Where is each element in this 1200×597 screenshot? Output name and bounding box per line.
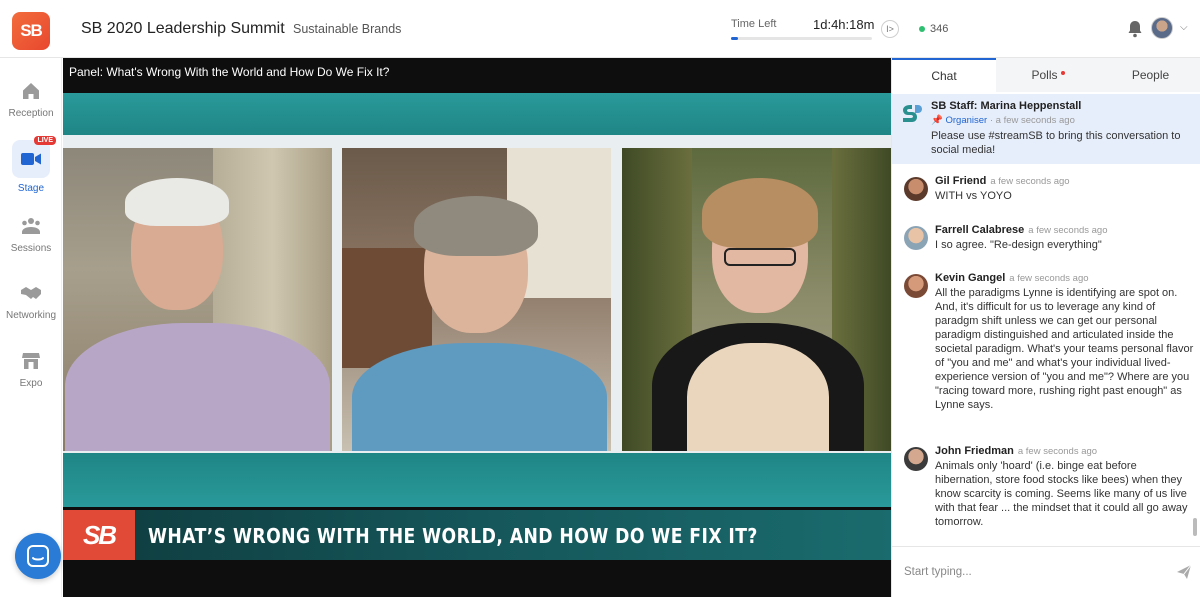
eyeglasses — [724, 248, 796, 266]
chat-scrollbar[interactable] — [1193, 518, 1197, 536]
user-avatar[interactable] — [1151, 17, 1173, 39]
store-icon — [22, 353, 40, 369]
speaker-hair — [125, 178, 229, 226]
panel-tabs: Chat Polls People — [892, 58, 1200, 92]
session-title: Panel: What's Wrong With the World and H… — [69, 65, 390, 79]
time-left-value: 1d:4h:18m — [813, 17, 875, 32]
brand-logo[interactable]: SB — [12, 12, 50, 50]
message-author[interactable]: Gil Friend a few seconds ago — [935, 175, 1070, 187]
send-icon[interactable] — [1176, 564, 1192, 580]
sidebar-item-label: Stage — [17, 183, 45, 194]
video-camera-icon — [21, 153, 41, 165]
speaker-hair — [414, 196, 538, 256]
speaker-tile-2 — [342, 148, 611, 451]
left-sidebar: Reception LIVE Stage Sessions Networking — [0, 58, 62, 597]
event-title: SB 2020 Leadership Summit — [81, 20, 285, 37]
message-text: Please use #streamSB to bring this conve… — [931, 130, 1181, 156]
message-time: · a few seconds ago — [989, 115, 1075, 126]
support-chat-button[interactable] — [15, 533, 61, 579]
video-top-band — [63, 93, 891, 135]
stage-video[interactable]: Panel: What's Wrong With the World and H… — [63, 58, 891, 597]
sidebar-item-sessions[interactable]: Sessions — [0, 215, 62, 254]
chat-input[interactable] — [904, 561, 1164, 583]
organizer-name[interactable]: Sustainable Brands — [293, 22, 401, 36]
lower-third-banner: SB WHAT’S WRONG WITH THE WORLD, AND HOW … — [63, 510, 891, 560]
message-text: Animals only 'hoard' (i.e. binge eat bef… — [935, 460, 1188, 528]
organiser-logo-icon — [903, 105, 922, 122]
sidebar-item-networking[interactable]: Networking — [0, 282, 62, 321]
message-author[interactable]: SB Staff: Marina Heppenstall — [931, 100, 1081, 112]
chat-bubble-icon — [27, 545, 49, 567]
top-bar: SB SB 2020 Leadership Summit Sustainable… — [0, 0, 1200, 58]
bell-icon[interactable] — [1127, 20, 1143, 38]
sidebar-item-label: Reception — [8, 108, 54, 119]
online-indicator-icon — [919, 26, 925, 32]
message-author[interactable]: Farrell Calabrese a few seconds ago — [935, 224, 1108, 236]
message-time: a few seconds ago — [1009, 273, 1089, 284]
author-role: Organiser — [945, 115, 988, 126]
collapse-panel-button[interactable]: I> — [881, 20, 899, 38]
tab-people[interactable]: People — [1100, 58, 1200, 92]
pin-icon: 📌 — [931, 115, 943, 126]
message-time: a few seconds ago — [990, 176, 1070, 187]
video-bottom-band — [63, 453, 891, 507]
sidebar-item-reception[interactable]: Reception — [0, 80, 62, 119]
group-icon — [22, 218, 40, 234]
sidebar-item-label: Networking — [5, 310, 57, 321]
handshake-icon — [21, 287, 41, 299]
live-badge: LIVE — [34, 136, 56, 145]
speaker-vest — [687, 343, 829, 451]
organiser-line: 📌 Organiser · a few seconds ago — [931, 115, 1075, 126]
speaker-tile-1 — [63, 148, 332, 451]
tab-polls[interactable]: Polls — [996, 58, 1100, 92]
speaker-tile-3 — [622, 148, 891, 451]
speaker-shirt — [65, 323, 330, 451]
right-panel: Chat Polls People SB Staff: Marina Heppe… — [891, 58, 1200, 597]
viewer-count: 346 — [930, 23, 949, 35]
speaker-hair — [702, 178, 818, 248]
unread-dot-icon — [1060, 71, 1065, 75]
message-time: a few seconds ago — [1028, 225, 1108, 236]
tab-label: Chat — [931, 69, 957, 83]
lower-third-text: WHAT’S WRONG WITH THE WORLD, AND HOW DO … — [148, 524, 758, 548]
time-left-label: Time Left — [731, 18, 777, 30]
time-progress-fill — [731, 37, 739, 40]
message-text: WITH vs YOYO — [935, 190, 1012, 202]
sidebar-item-label: Sessions — [10, 243, 52, 254]
home-icon — [23, 83, 39, 99]
tab-chat[interactable]: Chat — [892, 58, 996, 92]
avatar[interactable] — [904, 447, 928, 471]
tab-label: Polls — [1031, 68, 1058, 82]
sidebar-item-label: Expo — [19, 378, 43, 389]
message-time: a few seconds ago — [1017, 446, 1098, 457]
time-progress-bar — [731, 37, 872, 40]
message-text: All the paradigms Lynne is identifying a… — [935, 287, 1194, 411]
message-text: I so agree. "Re-design everything" — [935, 239, 1102, 251]
chevron-down-icon[interactable]: ⌵ — [1180, 22, 1188, 33]
message-author[interactable]: John Friedman a few seconds ago — [935, 445, 1097, 457]
chat-composer — [892, 546, 1200, 597]
stage-icon-box: LIVE — [12, 136, 56, 178]
pinned-message: SB Staff: Marina Heppenstall 📌 Organiser… — [892, 94, 1200, 164]
avatar[interactable] — [904, 177, 928, 201]
speaker-shirt — [352, 343, 607, 451]
sidebar-item-stage[interactable]: LIVE Stage — [0, 136, 62, 194]
avatar[interactable] — [904, 274, 928, 298]
sidebar-item-expo[interactable]: Expo — [0, 350, 62, 389]
avatar[interactable] — [904, 226, 928, 250]
lower-third-logo: SB — [63, 510, 135, 560]
message-author[interactable]: Kevin Gangel a few seconds ago — [935, 272, 1089, 284]
tab-label: People — [1131, 68, 1170, 82]
